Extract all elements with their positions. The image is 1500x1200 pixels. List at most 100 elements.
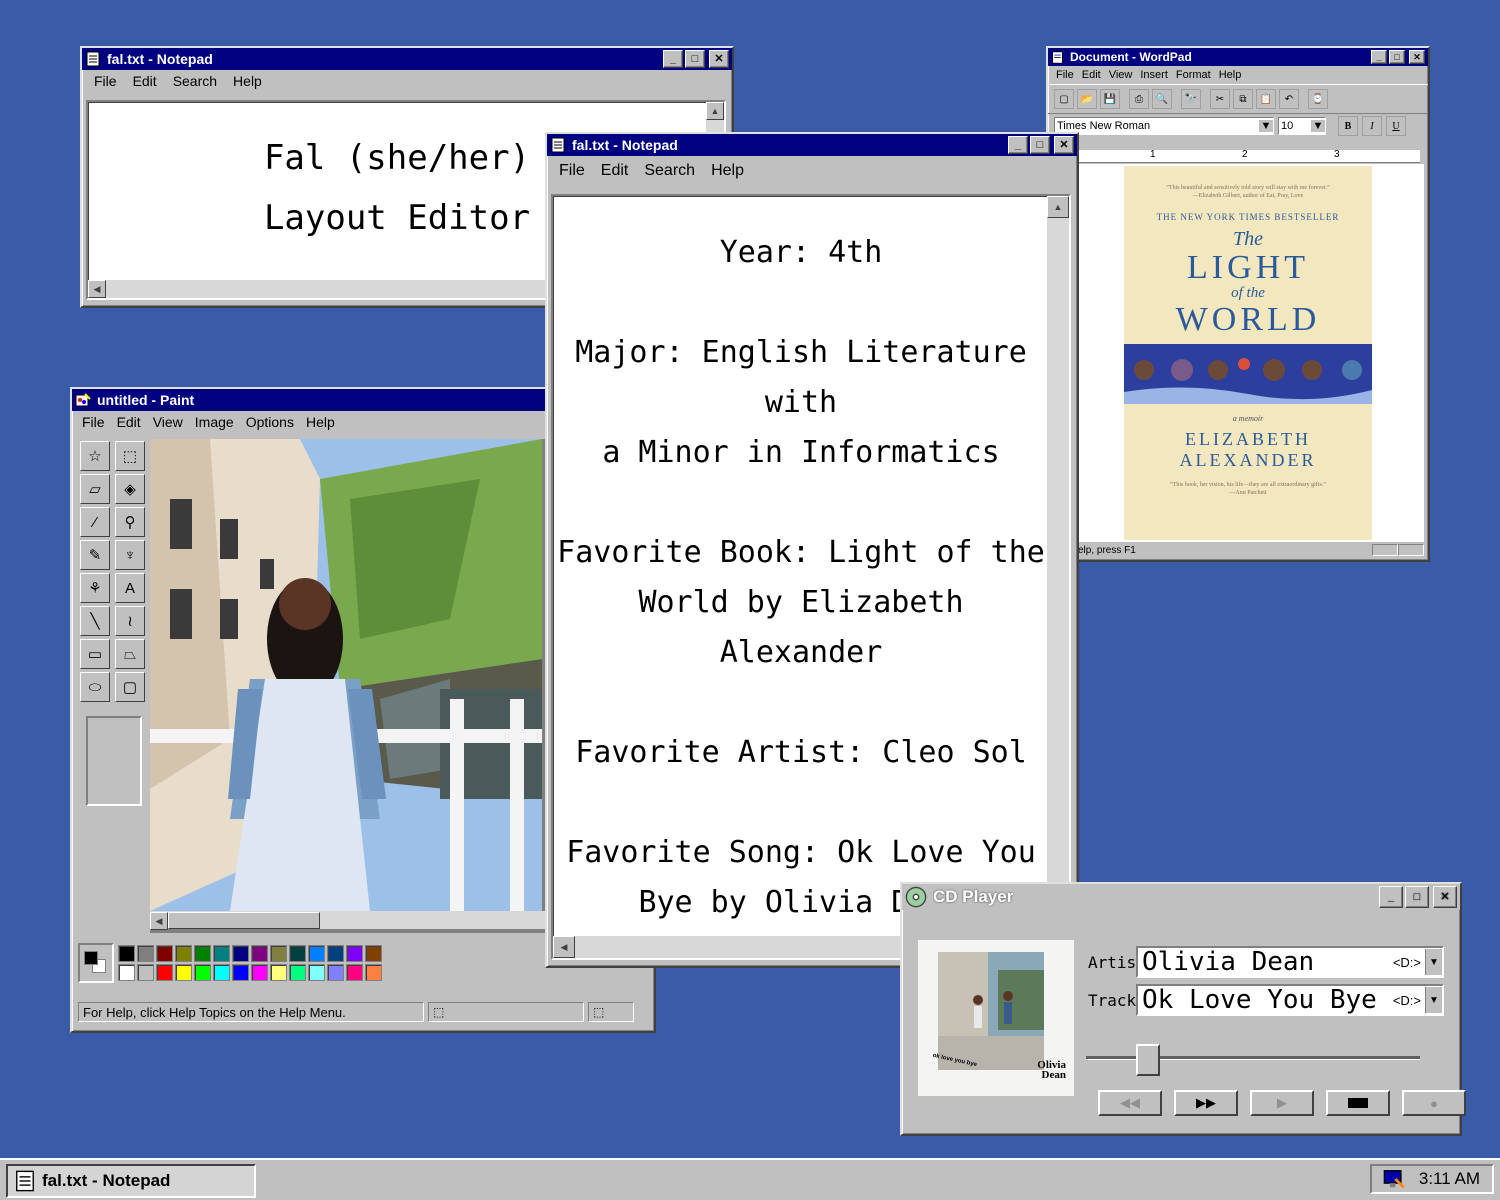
bold-button[interactable]: B bbox=[1338, 116, 1358, 136]
menu-file[interactable]: File bbox=[551, 162, 593, 180]
chevron-down-icon[interactable]: ▼ bbox=[1425, 987, 1442, 1013]
color-swatch[interactable] bbox=[118, 964, 135, 981]
taskbar-button-notepad[interactable]: fal.txt - Notepad bbox=[6, 1164, 256, 1198]
menu-options[interactable]: Options bbox=[240, 414, 300, 430]
scroll-left-button[interactable]: ◀ bbox=[553, 936, 575, 958]
copy-icon[interactable]: ⧉ bbox=[1233, 89, 1253, 109]
rect-select-icon[interactable]: ⬚ bbox=[115, 441, 145, 471]
color-swatch[interactable] bbox=[156, 945, 173, 962]
airbrush-icon[interactable]: ⚘ bbox=[80, 573, 110, 603]
scroll-thumb[interactable] bbox=[168, 912, 320, 929]
menu-help[interactable]: Help bbox=[300, 414, 341, 430]
eyedropper-icon[interactable]: ⁄ bbox=[80, 507, 110, 537]
document-area[interactable]: “This beautiful and sensitively told sto… bbox=[1078, 164, 1424, 542]
color-swatch[interactable] bbox=[175, 945, 192, 962]
color-swatch[interactable] bbox=[289, 964, 306, 981]
scroll-up-button[interactable]: ▲ bbox=[706, 102, 724, 120]
menu-image[interactable]: Image bbox=[189, 414, 240, 430]
wordpad-titlebar[interactable]: Document - WordPad _ □ ✕ bbox=[1048, 48, 1428, 66]
color-swatch[interactable] bbox=[308, 945, 325, 962]
menu-edit[interactable]: Edit bbox=[593, 162, 637, 180]
eraser-icon[interactable]: ▱ bbox=[80, 474, 110, 504]
track-select[interactable]: Ok Love You Bye <D:> ▼ bbox=[1136, 984, 1444, 1016]
menu-search[interactable]: Search bbox=[165, 73, 225, 89]
size-select[interactable]: 10 ▼ bbox=[1278, 117, 1326, 135]
scroll-left-button[interactable]: ◀ bbox=[88, 280, 106, 298]
scroll-left-button[interactable]: ◀ bbox=[150, 912, 168, 930]
color-swatch[interactable] bbox=[327, 964, 344, 981]
menu-file[interactable]: File bbox=[76, 414, 111, 430]
chevron-down-icon[interactable]: ▼ bbox=[1425, 949, 1442, 975]
display-settings-icon[interactable] bbox=[1383, 1168, 1405, 1190]
font-select[interactable]: Times New Roman ▼ bbox=[1054, 117, 1274, 135]
color-swatch[interactable] bbox=[251, 945, 268, 962]
tool-options[interactable] bbox=[86, 716, 142, 806]
eject-button[interactable]: ● bbox=[1402, 1090, 1466, 1116]
maximize-button[interactable]: □ bbox=[1030, 136, 1050, 154]
color-swatch[interactable] bbox=[232, 945, 249, 962]
find-icon[interactable]: 🔭 bbox=[1181, 89, 1201, 109]
menu-help[interactable]: Help bbox=[225, 73, 270, 89]
pencil-icon[interactable]: ✎ bbox=[80, 540, 110, 570]
notepad-titlebar[interactable]: fal.txt - Notepad _ □ ✕ bbox=[82, 48, 732, 70]
chevron-down-icon[interactable]: ▼ bbox=[1311, 120, 1325, 132]
menu-view[interactable]: View bbox=[1105, 69, 1137, 81]
vertical-scrollbar[interactable]: ▲ bbox=[1047, 196, 1069, 936]
color-swatch[interactable] bbox=[365, 945, 382, 962]
maximize-button[interactable]: □ bbox=[1389, 50, 1405, 64]
new-icon[interactable]: ▢ bbox=[1054, 89, 1074, 109]
color-swatch[interactable] bbox=[327, 945, 344, 962]
line-icon[interactable]: ╲ bbox=[80, 606, 110, 636]
color-swatch[interactable] bbox=[346, 945, 363, 962]
cut-icon[interactable]: ✂ bbox=[1210, 89, 1230, 109]
menu-help[interactable]: Help bbox=[1215, 69, 1246, 81]
menu-edit[interactable]: Edit bbox=[1078, 69, 1105, 81]
minimize-button[interactable]: _ bbox=[1008, 136, 1028, 154]
star-select-icon[interactable]: ☆ bbox=[80, 441, 110, 471]
maximize-button[interactable]: □ bbox=[1405, 886, 1429, 908]
text-area[interactable]: Year: 4th Major: English Literature with… bbox=[551, 194, 1071, 960]
play-button[interactable]: ▶ bbox=[1250, 1090, 1314, 1116]
menu-search[interactable]: Search bbox=[636, 162, 703, 180]
menu-edit[interactable]: Edit bbox=[111, 414, 147, 430]
menu-format[interactable]: Format bbox=[1172, 69, 1215, 81]
clock[interactable]: 3:11 AM bbox=[1419, 1169, 1480, 1189]
text-icon[interactable]: A bbox=[115, 573, 145, 603]
magnifier-icon[interactable]: ⚲ bbox=[115, 507, 145, 537]
color-swatch[interactable] bbox=[118, 945, 135, 962]
color-swatch[interactable] bbox=[137, 945, 154, 962]
previous-track-button[interactable]: ◀◀ bbox=[1098, 1090, 1162, 1116]
scroll-up-button[interactable]: ▲ bbox=[1047, 196, 1069, 218]
color-swatch[interactable] bbox=[194, 964, 211, 981]
close-button[interactable]: ✕ bbox=[709, 50, 729, 68]
color-swatch[interactable] bbox=[365, 964, 382, 981]
menu-file[interactable]: File bbox=[86, 73, 125, 89]
underline-button[interactable]: U bbox=[1386, 116, 1406, 136]
next-track-button[interactable]: ▶▶ bbox=[1174, 1090, 1238, 1116]
color-swatch[interactable] bbox=[137, 964, 154, 981]
stop-button[interactable] bbox=[1326, 1090, 1390, 1116]
close-button[interactable]: ✕ bbox=[1409, 50, 1425, 64]
close-button[interactable]: ✕ bbox=[1054, 136, 1074, 154]
chevron-down-icon[interactable]: ▼ bbox=[1259, 120, 1273, 132]
print-icon[interactable]: ⎙ bbox=[1129, 89, 1149, 109]
undo-icon[interactable]: ↶ bbox=[1279, 89, 1299, 109]
color-swatch[interactable] bbox=[289, 945, 306, 962]
photo-canvas[interactable] bbox=[150, 439, 542, 911]
minimize-button[interactable]: _ bbox=[1371, 50, 1387, 64]
slider-thumb[interactable] bbox=[1136, 1044, 1160, 1076]
rounded-rect-icon[interactable]: ▢ bbox=[115, 672, 145, 702]
close-button[interactable]: ✕ bbox=[1433, 886, 1457, 908]
minimize-button[interactable]: _ bbox=[1379, 886, 1403, 908]
color-swatch[interactable] bbox=[346, 964, 363, 981]
color-swatch[interactable] bbox=[251, 964, 268, 981]
color-swatch[interactable] bbox=[213, 964, 230, 981]
current-colors[interactable] bbox=[78, 943, 114, 983]
print-preview-icon[interactable]: 🔍 bbox=[1152, 89, 1172, 109]
minimize-button[interactable]: _ bbox=[663, 50, 683, 68]
brush-icon[interactable]: ♆ bbox=[115, 540, 145, 570]
save-icon[interactable]: 💾 bbox=[1100, 89, 1120, 109]
paste-icon[interactable]: 📋 bbox=[1256, 89, 1276, 109]
ellipse-icon[interactable]: ⬭ bbox=[80, 672, 110, 702]
date-time-icon[interactable]: ⌚ bbox=[1308, 89, 1328, 109]
